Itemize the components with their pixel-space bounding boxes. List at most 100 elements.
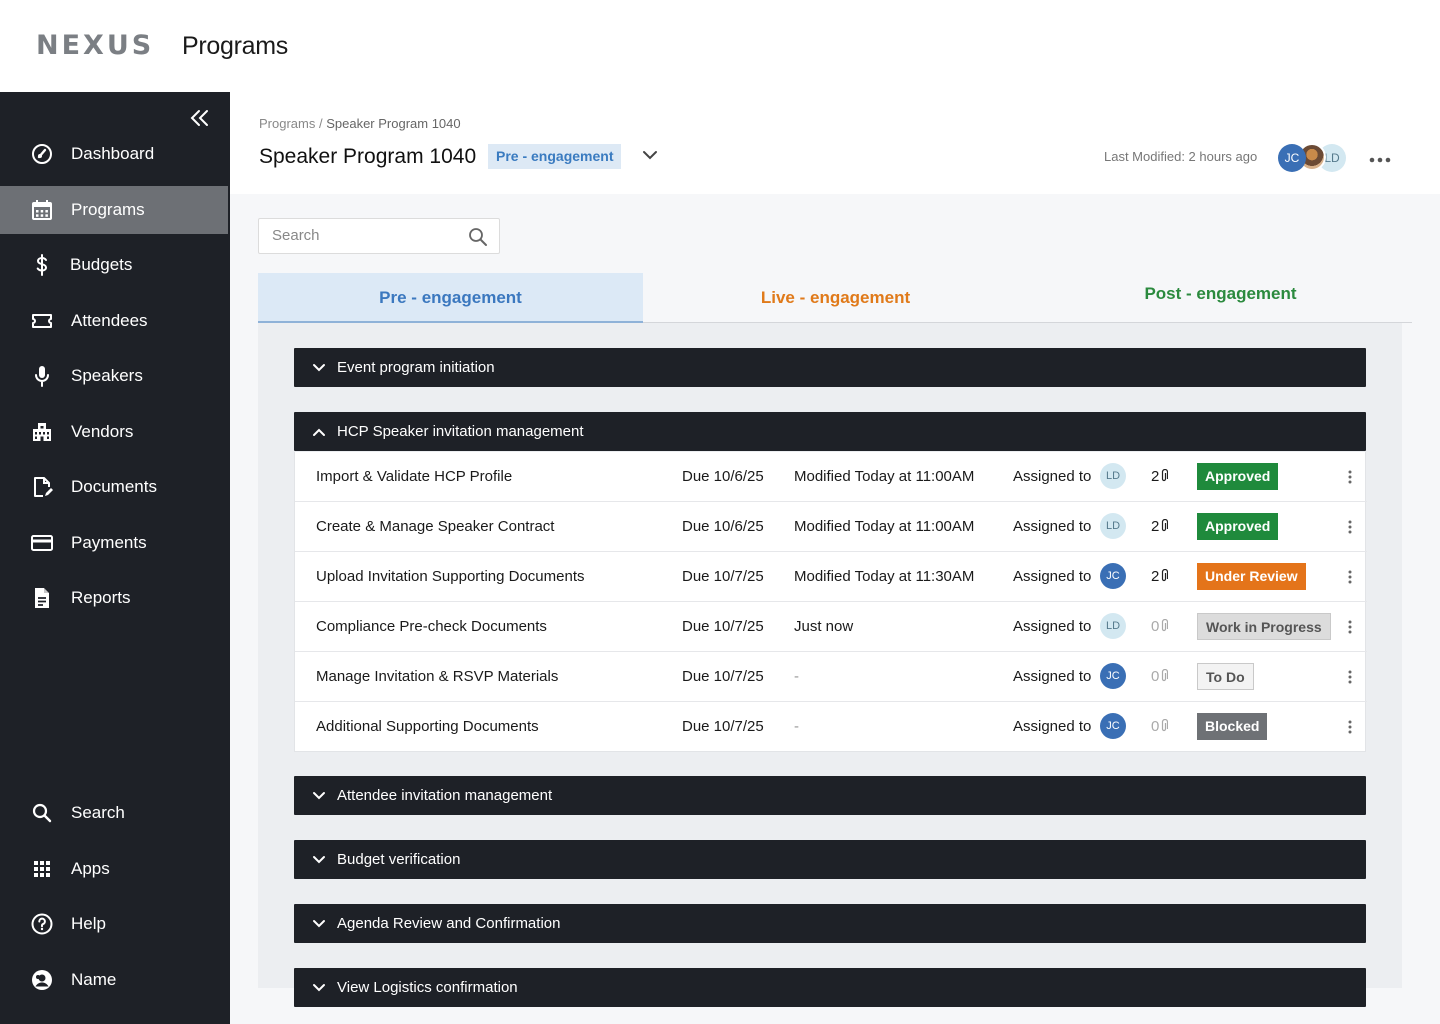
task-due: Due 10/7/25 bbox=[682, 668, 764, 685]
chevron-down-icon bbox=[311, 916, 327, 932]
attachment-count[interactable]: 2 bbox=[1151, 568, 1169, 585]
task-name[interactable]: Compliance Pre-check Documents bbox=[316, 618, 547, 635]
double-chevron-left-icon[interactable] bbox=[186, 106, 214, 130]
sidebar-item-help[interactable]: Help bbox=[0, 900, 228, 948]
status-badge[interactable]: Under Review bbox=[1197, 563, 1306, 590]
attachment-count[interactable]: 2 bbox=[1151, 468, 1169, 485]
avatar[interactable]: JC bbox=[1278, 144, 1306, 172]
paperclip-icon bbox=[1162, 519, 1169, 532]
app-title: Programs bbox=[182, 32, 288, 60]
avatar[interactable]: LD bbox=[1100, 613, 1126, 639]
avatar[interactable]: LD bbox=[1100, 463, 1126, 489]
table-row[interactable]: Import & Validate HCP Profile Due 10/6/2… bbox=[295, 452, 1367, 502]
avatar[interactable]: JC bbox=[1100, 663, 1126, 689]
dollar-icon bbox=[30, 253, 54, 277]
credit-card-icon bbox=[30, 531, 54, 555]
task-name[interactable]: Import & Validate HCP Profile bbox=[316, 468, 512, 485]
assigned-label: Assigned to bbox=[1013, 568, 1092, 585]
sidebar-item-label: Name bbox=[71, 970, 117, 989]
task-due: Due 10/7/25 bbox=[682, 568, 764, 585]
status-badge[interactable]: To Do bbox=[1197, 663, 1254, 690]
paperclip-icon bbox=[1162, 469, 1169, 482]
attachment-count[interactable]: 2 bbox=[1151, 518, 1169, 535]
search-field[interactable] bbox=[258, 218, 500, 254]
breadcrumb: Programs / Speaker Program 1040 bbox=[259, 116, 461, 131]
status-badge[interactable]: Approved bbox=[1197, 463, 1279, 490]
attachment-count[interactable]: 0 bbox=[1151, 668, 1169, 685]
section-attendee-invitation[interactable]: Attendee invitation management bbox=[294, 776, 1366, 815]
attachment-number: 0 bbox=[1151, 618, 1160, 635]
help-icon bbox=[30, 912, 54, 936]
sidebar-item-reports[interactable]: Reports bbox=[0, 574, 228, 622]
attachment-count[interactable]: 0 bbox=[1151, 718, 1169, 735]
dashboard-gauge-icon bbox=[30, 142, 54, 166]
task-name[interactable]: Upload Invitation Supporting Documents bbox=[316, 568, 585, 585]
table-row[interactable]: Compliance Pre-check Documents Due 10/7/… bbox=[295, 602, 1367, 652]
more-vertical-icon[interactable] bbox=[1346, 668, 1354, 686]
sidebar-item-label: Programs bbox=[71, 200, 145, 219]
task-due: Due 10/6/25 bbox=[682, 468, 764, 485]
top-header: NEXUS Programs bbox=[0, 0, 1440, 92]
section-agenda-review[interactable]: Agenda Review and Confirmation bbox=[294, 904, 1366, 943]
more-vertical-icon[interactable] bbox=[1346, 468, 1354, 486]
more-vertical-icon[interactable] bbox=[1346, 618, 1354, 636]
sidebar-item-search[interactable]: Search bbox=[0, 789, 228, 837]
sidebar-item-budgets[interactable]: Budgets bbox=[0, 241, 228, 289]
sidebar-item-documents[interactable]: Documents bbox=[0, 463, 228, 511]
task-list: Import & Validate HCP Profile Due 10/6/2… bbox=[294, 452, 1367, 752]
sidebar-item-label: Documents bbox=[71, 477, 157, 496]
sidebar-item-attendees[interactable]: Attendees bbox=[0, 297, 228, 345]
paperclip-icon bbox=[1162, 619, 1169, 632]
table-row[interactable]: Additional Supporting Documents Due 10/7… bbox=[295, 702, 1367, 752]
chevron-up-icon bbox=[311, 424, 327, 440]
section-view-logistics[interactable]: View Logistics confirmation bbox=[294, 968, 1366, 1007]
sidebar-item-name[interactable]: Name bbox=[0, 956, 228, 1004]
status-badge[interactable]: Approved bbox=[1197, 513, 1279, 540]
more-vertical-icon[interactable] bbox=[1346, 568, 1354, 586]
microphone-icon bbox=[30, 364, 54, 388]
sidebar-item-vendors[interactable]: Vendors bbox=[0, 408, 228, 456]
page-title: Speaker Program 1040 bbox=[259, 145, 477, 168]
more-horizontal-icon[interactable] bbox=[1368, 152, 1394, 163]
tab-pre-engagement[interactable]: Pre - engagement bbox=[258, 273, 643, 323]
sidebar-item-speakers[interactable]: Speakers bbox=[0, 352, 228, 400]
sidebar-item-programs[interactable]: Programs bbox=[0, 186, 228, 234]
stage-tabs: Pre - engagement Live - engagement Post … bbox=[258, 273, 1412, 323]
collaborator-avatars[interactable]: LD JC bbox=[1278, 143, 1348, 173]
chevron-down-icon bbox=[311, 360, 327, 376]
more-vertical-icon[interactable] bbox=[1346, 718, 1354, 736]
stage-badge: Pre - engagement bbox=[488, 144, 622, 169]
building-icon bbox=[30, 420, 54, 444]
section-event-program-initiation[interactable]: Event program initiation bbox=[294, 348, 1366, 387]
breadcrumb-separator: / bbox=[315, 116, 327, 131]
search-icon[interactable] bbox=[468, 227, 488, 247]
avatar[interactable]: LD bbox=[1100, 513, 1126, 539]
sidebar-item-label: Budgets bbox=[70, 255, 133, 274]
sidebar-item-apps[interactable]: Apps bbox=[0, 845, 228, 893]
status-badge[interactable]: Blocked bbox=[1197, 713, 1268, 740]
task-name[interactable]: Manage Invitation & RSVP Materials bbox=[316, 668, 558, 685]
section-hcp-speaker-invitation[interactable]: HCP Speaker invitation management bbox=[294, 412, 1366, 451]
sidebar-item-label: Reports bbox=[71, 588, 131, 607]
avatar[interactable]: JC bbox=[1100, 713, 1126, 739]
avatar[interactable]: JC bbox=[1100, 563, 1126, 589]
attachment-count[interactable]: 0 bbox=[1151, 618, 1169, 635]
sidebar-item-dashboard[interactable]: Dashboard bbox=[0, 130, 228, 178]
section-budget-verification[interactable]: Budget verification bbox=[294, 840, 1366, 879]
table-row[interactable]: Manage Invitation & RSVP Materials Due 1… bbox=[295, 652, 1367, 702]
tab-post-engagement[interactable]: Post - engagement bbox=[1028, 273, 1413, 323]
status-badge[interactable]: Work in Progress bbox=[1197, 613, 1331, 640]
table-row[interactable]: Create & Manage Speaker Contract Due 10/… bbox=[295, 502, 1367, 552]
chevron-down-icon[interactable] bbox=[640, 148, 660, 164]
more-vertical-icon[interactable] bbox=[1346, 518, 1354, 536]
nexus-logo[interactable]: NEXUS bbox=[36, 30, 154, 61]
task-name[interactable]: Create & Manage Speaker Contract bbox=[316, 518, 554, 535]
search-input[interactable] bbox=[272, 227, 462, 244]
section-title: Agenda Review and Confirmation bbox=[337, 915, 561, 932]
program-header: Programs / Speaker Program 1040 Speaker … bbox=[230, 92, 1440, 194]
tab-live-engagement[interactable]: Live - engagement bbox=[643, 273, 1028, 323]
table-row[interactable]: Upload Invitation Supporting Documents D… bbox=[295, 552, 1367, 602]
sidebar-item-payments[interactable]: Payments bbox=[0, 519, 228, 567]
breadcrumb-root[interactable]: Programs bbox=[259, 116, 315, 131]
task-name[interactable]: Additional Supporting Documents bbox=[316, 718, 539, 735]
